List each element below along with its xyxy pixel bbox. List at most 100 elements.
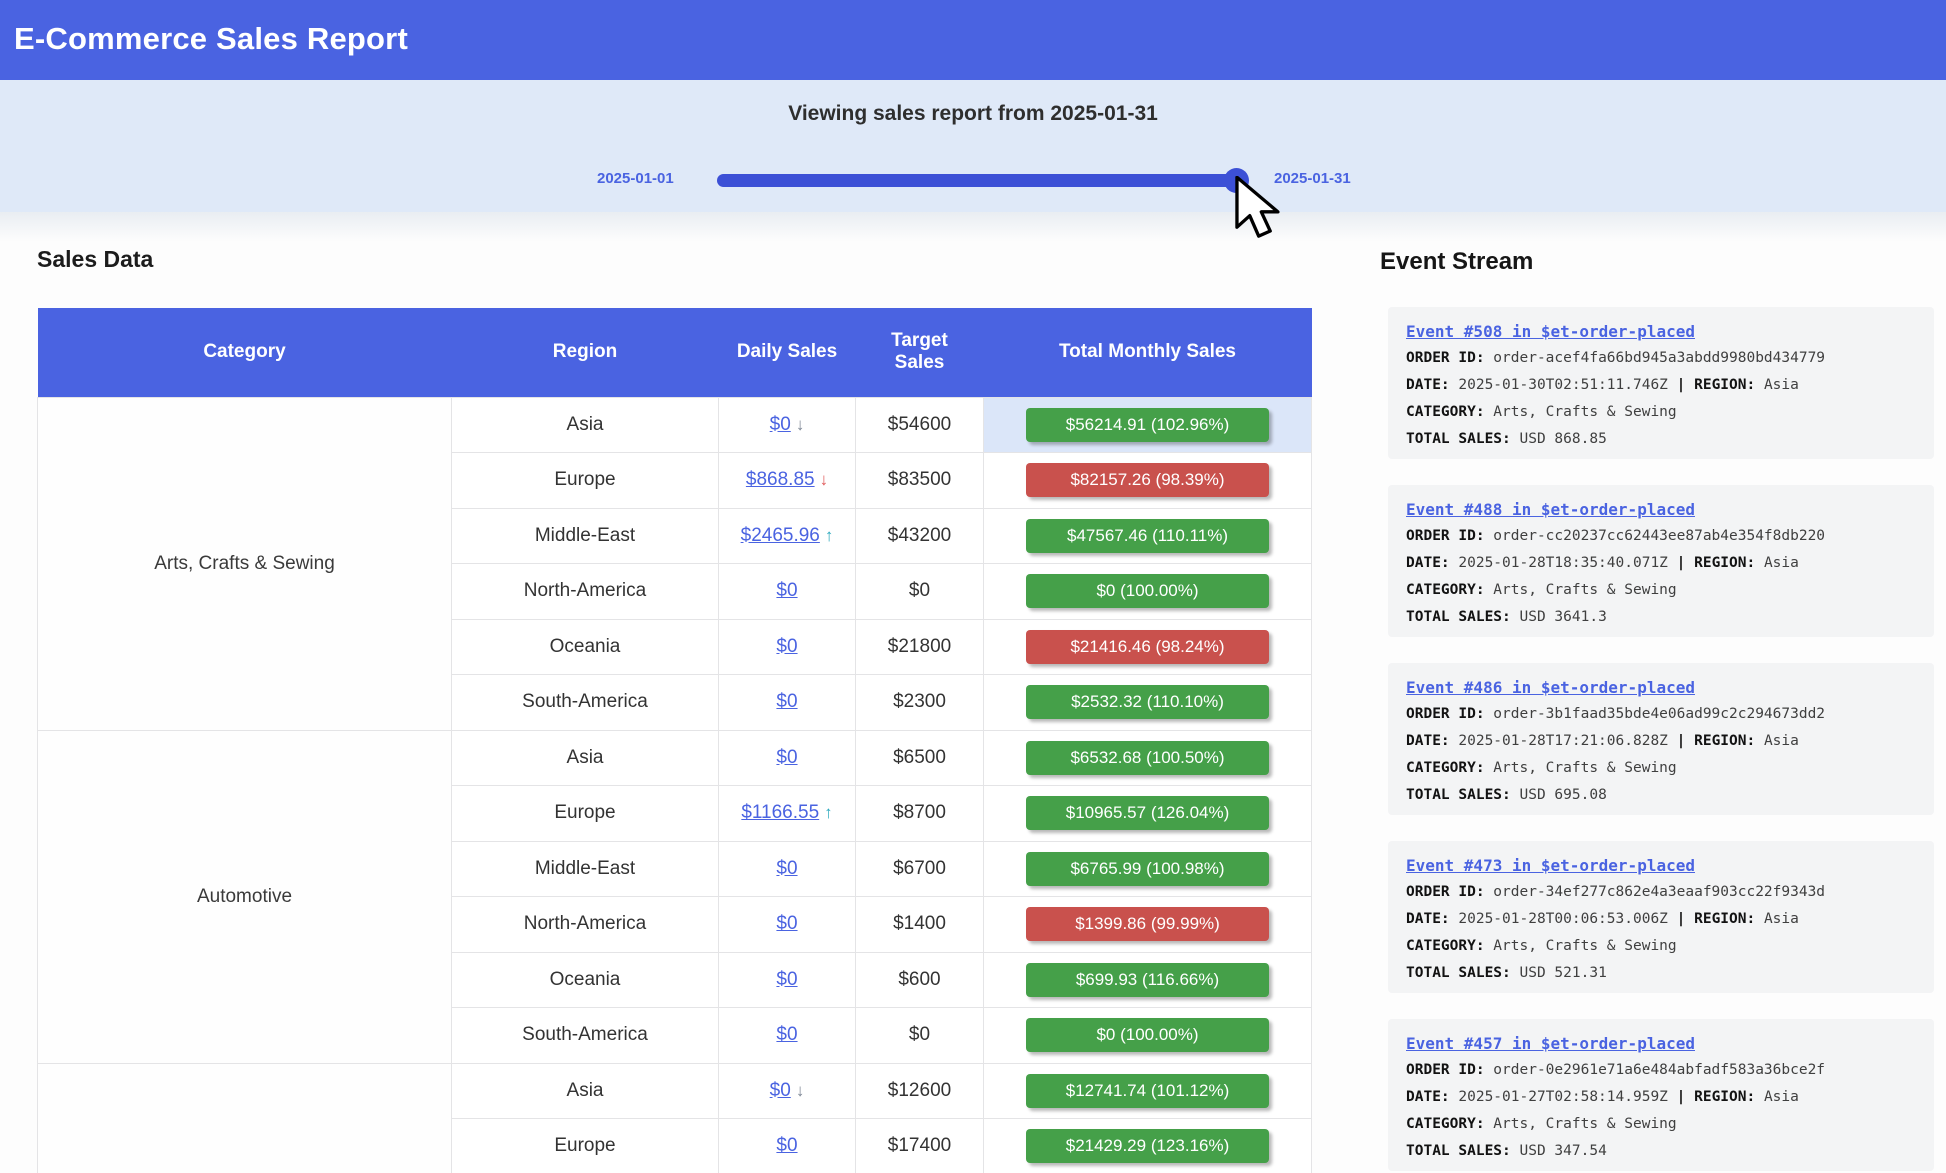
- slider-caption: Viewing sales report from 2025-01-31: [0, 102, 1946, 126]
- region-cell: Europe: [452, 453, 719, 509]
- daily-sales-link[interactable]: $0: [776, 691, 797, 712]
- app-header: E-Commerce Sales Report: [0, 0, 1946, 80]
- total-sales-badge: $21416.46 (98.24%): [1026, 630, 1269, 664]
- daily-sales-link[interactable]: $0: [776, 913, 797, 934]
- total-sales-badge: $2532.32 (110.10%): [1026, 685, 1269, 719]
- total-monthly-sales-cell: $2532.32 (110.10%): [984, 675, 1312, 731]
- daily-sales-cell: $0: [719, 1008, 856, 1064]
- daily-sales-link[interactable]: $0: [770, 414, 791, 435]
- sales-table-header-row: CategoryRegionDaily SalesTarget SalesTot…: [38, 308, 1312, 397]
- daily-sales-cell: $0↓: [719, 1063, 856, 1119]
- event-detail-line: CATEGORY: Arts, Crafts & Sewing: [1406, 580, 1916, 600]
- daily-sales-link[interactable]: $2465.96: [741, 525, 820, 546]
- total-monthly-sales-cell: $699.93 (116.66%): [984, 952, 1312, 1008]
- target-sales-cell: $83500: [856, 453, 984, 509]
- daily-sales-cell: $0↓: [719, 397, 856, 453]
- slider-min-label: 2025-01-01: [597, 170, 692, 187]
- date-slider-track[interactable]: [717, 174, 1240, 187]
- table-row: Asia$0↓$12600$12741.74 (101.12%): [38, 1063, 1312, 1119]
- panel-shadow: [0, 212, 1946, 242]
- sales-table: CategoryRegionDaily SalesTarget SalesTot…: [37, 308, 1312, 1173]
- event-detail-line: ORDER ID: order-acef4fa66bd945a3abdd9980…: [1406, 348, 1916, 368]
- trend-down-icon: ↓: [796, 415, 805, 435]
- target-sales-cell: $6500: [856, 730, 984, 786]
- daily-sales-link[interactable]: $868.85: [746, 469, 815, 490]
- region-cell: North-America: [452, 897, 719, 953]
- target-sales-cell: $12600: [856, 1063, 984, 1119]
- category-cell: Arts, Crafts & Sewing: [38, 397, 452, 730]
- target-sales-cell: $8700: [856, 786, 984, 842]
- column-header-total-monthly-sales: Total Monthly Sales: [984, 308, 1312, 397]
- total-monthly-sales-cell: $10965.57 (126.04%): [984, 786, 1312, 842]
- event-detail-line: CATEGORY: Arts, Crafts & Sewing: [1406, 936, 1916, 956]
- total-sales-badge: $47567.46 (110.11%): [1026, 519, 1269, 553]
- daily-sales-link[interactable]: $0: [776, 747, 797, 768]
- region-cell: Europe: [452, 1119, 719, 1173]
- total-monthly-sales-cell: $6765.99 (100.98%): [984, 841, 1312, 897]
- total-monthly-sales-cell: $0 (100.00%): [984, 564, 1312, 620]
- column-header-daily-sales: Daily Sales: [719, 308, 856, 397]
- trend-up-icon: ↑: [824, 803, 833, 823]
- daily-sales-link[interactable]: $0: [776, 1024, 797, 1045]
- daily-sales-cell: $2465.96↑: [719, 508, 856, 564]
- total-sales-badge: $6765.99 (100.98%): [1026, 852, 1269, 886]
- event-title-link[interactable]: Event #508 in $et-order-placed: [1406, 322, 1695, 341]
- daily-sales-link[interactable]: $1166.55: [741, 802, 819, 823]
- trend-up-icon: ↑: [825, 526, 834, 546]
- target-sales-cell: $0: [856, 1008, 984, 1064]
- event-detail-line: ORDER ID: order-0e2961e71a6e484abfadf583…: [1406, 1060, 1916, 1080]
- total-monthly-sales-cell: $82157.26 (98.39%): [984, 453, 1312, 509]
- total-monthly-sales-cell: $1399.86 (99.99%): [984, 897, 1312, 953]
- event-detail-line: TOTAL SALES: USD 3641.3: [1406, 607, 1916, 627]
- slider-row: 2025-01-01 2025-01-31: [0, 158, 1946, 200]
- event-card: Event #508 in $et-order-placed ORDER ID: …: [1388, 307, 1934, 459]
- slider-max-label: 2025-01-31: [1274, 170, 1369, 187]
- region-cell: Europe: [452, 786, 719, 842]
- daily-sales-link[interactable]: $0: [770, 1080, 791, 1101]
- event-detail-line: CATEGORY: Arts, Crafts & Sewing: [1406, 402, 1916, 422]
- total-sales-badge: $6532.68 (100.50%): [1026, 741, 1269, 775]
- mouse-cursor-icon: [1234, 176, 1286, 240]
- total-monthly-sales-cell: $0 (100.00%): [984, 1008, 1312, 1064]
- total-monthly-sales-cell: $47567.46 (110.11%): [984, 508, 1312, 564]
- total-sales-badge: $21429.29 (123.16%): [1026, 1129, 1269, 1163]
- target-sales-cell: $0: [856, 564, 984, 620]
- event-detail-line: TOTAL SALES: USD 347.54: [1406, 1141, 1916, 1161]
- target-sales-cell: $54600: [856, 397, 984, 453]
- total-monthly-sales-cell: $6532.68 (100.50%): [984, 730, 1312, 786]
- total-sales-badge: $82157.26 (98.39%): [1026, 463, 1269, 497]
- event-detail-line: DATE: 2025-01-27T02:58:14.959Z | REGION:…: [1406, 1087, 1916, 1107]
- daily-sales-cell: $0: [719, 564, 856, 620]
- table-row: AutomotiveAsia$0$6500$6532.68 (100.50%): [38, 730, 1312, 786]
- region-cell: South-America: [452, 1008, 719, 1064]
- daily-sales-link[interactable]: $0: [776, 969, 797, 990]
- region-cell: South-America: [452, 675, 719, 731]
- total-sales-badge: $699.93 (116.66%): [1026, 963, 1269, 997]
- event-title-link[interactable]: Event #486 in $et-order-placed: [1406, 678, 1695, 697]
- event-detail-line: DATE: 2025-01-28T00:06:53.006Z | REGION:…: [1406, 909, 1916, 929]
- daily-sales-cell: $0: [719, 841, 856, 897]
- event-title-link[interactable]: Event #457 in $et-order-placed: [1406, 1034, 1695, 1053]
- event-title-link[interactable]: Event #488 in $et-order-placed: [1406, 500, 1695, 519]
- total-monthly-sales-cell: $21416.46 (98.24%): [984, 619, 1312, 675]
- daily-sales-link[interactable]: $0: [776, 1135, 797, 1156]
- column-header-region: Region: [452, 308, 719, 397]
- event-detail-line: TOTAL SALES: USD 695.08: [1406, 785, 1916, 805]
- event-card: Event #457 in $et-order-placed ORDER ID: …: [1388, 1019, 1934, 1171]
- event-detail-line: ORDER ID: order-3b1faad35bde4e06ad99c2c2…: [1406, 704, 1916, 724]
- daily-sales-cell: $1166.55↑: [719, 786, 856, 842]
- daily-sales-link[interactable]: $0: [776, 858, 797, 879]
- total-sales-badge: $10965.57 (126.04%): [1026, 796, 1269, 830]
- region-cell: Asia: [452, 730, 719, 786]
- daily-sales-link[interactable]: $0: [776, 636, 797, 657]
- daily-sales-link[interactable]: $0: [776, 580, 797, 601]
- target-sales-cell: $2300: [856, 675, 984, 731]
- total-sales-badge: $0 (100.00%): [1026, 1018, 1269, 1052]
- daily-sales-cell: $868.85↓: [719, 453, 856, 509]
- daily-sales-cell: $0: [719, 619, 856, 675]
- trend-down-icon: ↓: [796, 1081, 805, 1101]
- event-title-link[interactable]: Event #473 in $et-order-placed: [1406, 856, 1695, 875]
- target-sales-cell: $6700: [856, 841, 984, 897]
- region-cell: Middle-East: [452, 841, 719, 897]
- total-monthly-sales-cell: $12741.74 (101.12%): [984, 1063, 1312, 1119]
